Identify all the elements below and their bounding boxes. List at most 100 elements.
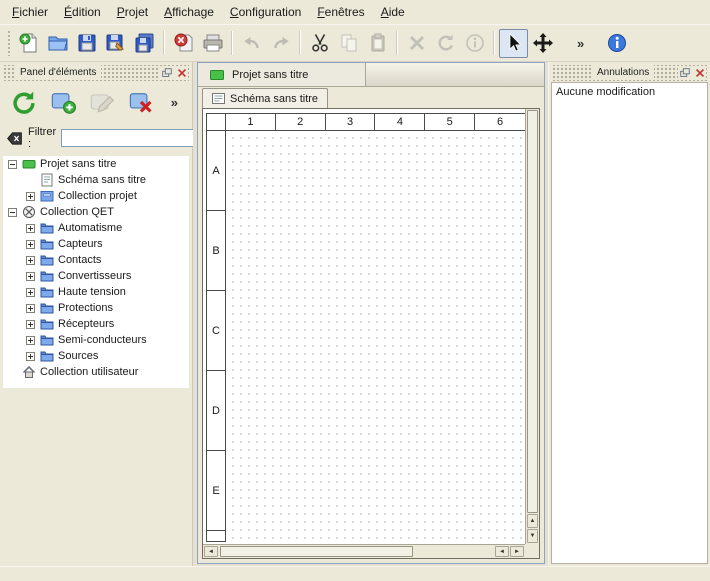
expand-expander-icon[interactable] <box>26 240 35 249</box>
diagram-canvas-viewport[interactable]: 1 2 3 4 5 6 A B C D E <box>203 109 525 544</box>
menu-fichier[interactable]: Fichier <box>4 1 56 23</box>
about-info-button[interactable] <box>602 29 631 58</box>
float-dock-button[interactable] <box>678 66 691 79</box>
collapse-expander-icon[interactable] <box>8 208 17 217</box>
menu-affichage[interactable]: Affichage <box>156 1 222 23</box>
project-icon <box>22 157 36 171</box>
elements-toolbar-overflow-button[interactable]: » <box>165 93 184 112</box>
tree-item-protections[interactable]: Protections <box>3 300 189 316</box>
toolbar-separator <box>493 31 495 55</box>
new-document-button[interactable] <box>14 29 43 58</box>
toolbar-overflow-button[interactable]: » <box>571 34 590 53</box>
horizontal-scrollbar-thumb[interactable] <box>220 546 413 557</box>
open-button[interactable] <box>43 29 72 58</box>
collapse-expander-icon[interactable] <box>8 160 17 169</box>
close-document-button[interactable] <box>169 29 198 58</box>
folder-icon <box>40 301 54 315</box>
project-icon <box>210 70 224 80</box>
menu-fenetres[interactable]: Fenêtres <box>309 1 372 23</box>
expand-expander-icon[interactable] <box>26 224 35 233</box>
elements-dock-toolbar: » <box>0 81 192 119</box>
folder-icon <box>40 221 54 235</box>
folder-icon <box>40 333 54 347</box>
tree-item-collection-qet[interactable]: Collection QET <box>3 204 189 220</box>
scroll-left-button-2[interactable]: ◄ <box>495 546 509 557</box>
scroll-down-button[interactable]: ▼ <box>527 529 538 543</box>
expand-expander-icon[interactable] <box>26 288 35 297</box>
copy-button[interactable] <box>334 29 363 58</box>
tree-item-schema-sans-titre[interactable]: Schéma sans titre <box>3 172 189 188</box>
expand-expander-icon[interactable] <box>26 352 35 361</box>
tree-item-label: Contacts <box>58 254 101 266</box>
menu-edition[interactable]: Édition <box>56 1 109 23</box>
vertical-scrollbar-thumb[interactable] <box>527 110 538 513</box>
tree-item-automatisme[interactable]: Automatisme <box>3 220 189 236</box>
select-arrow-icon <box>503 32 525 54</box>
print-button[interactable] <box>198 29 227 58</box>
clear-filter-button[interactable] <box>6 131 23 146</box>
tree-item-recepteurs[interactable]: Récepteurs <box>3 316 189 332</box>
undo-dock-titlebar[interactable]: Annulations <box>552 65 707 81</box>
tree-item-convertisseurs[interactable]: Convertisseurs <box>3 268 189 284</box>
home-icon <box>22 365 36 379</box>
edit-element-button[interactable] <box>86 87 118 117</box>
elements-tree: Projet sans titre Schéma sans titre Coll… <box>3 156 189 388</box>
expand-expander-icon[interactable] <box>26 336 35 345</box>
tree-item-collection-projet[interactable]: Collection projet <box>3 188 189 204</box>
toolbar-handle[interactable] <box>7 30 11 56</box>
elements-dock-title: Panel d'éléments <box>15 65 101 80</box>
expand-expander-icon[interactable] <box>26 320 35 329</box>
expand-expander-icon[interactable] <box>26 272 35 281</box>
tree-item-label: Collection projet <box>58 190 137 202</box>
paste-button[interactable] <box>363 29 392 58</box>
float-dock-button[interactable] <box>160 66 173 79</box>
save-all-icon <box>134 32 156 54</box>
move-tool-button[interactable] <box>528 29 557 58</box>
delete-icon <box>406 32 428 54</box>
undo-button[interactable] <box>237 29 266 58</box>
delete-element-button[interactable] <box>125 87 157 117</box>
tree-item-haute-tension[interactable]: Haute tension <box>3 284 189 300</box>
tree-item-contacts[interactable]: Contacts <box>3 252 189 268</box>
tree-item-collection-utilisateur[interactable]: Collection utilisateur <box>3 364 189 380</box>
copy-icon <box>338 32 360 54</box>
rotate-button[interactable] <box>431 29 460 58</box>
vertical-scrollbar[interactable]: ▲ ▼ <box>525 109 539 544</box>
tree-item-capteurs[interactable]: Capteurs <box>3 236 189 252</box>
scroll-left-button[interactable]: ◄ <box>204 546 218 557</box>
expand-expander-icon[interactable] <box>26 304 35 313</box>
select-tool-button[interactable] <box>499 29 528 58</box>
tree-item-sources[interactable]: Sources <box>3 348 189 364</box>
tree-item-projet-sans-titre[interactable]: Projet sans titre <box>3 156 189 172</box>
delete-button[interactable] <box>402 29 431 58</box>
menu-projet[interactable]: Projet <box>109 1 156 23</box>
save-button[interactable] <box>72 29 101 58</box>
new-element-button[interactable] <box>47 87 79 117</box>
save-all-button[interactable] <box>130 29 159 58</box>
tab-schema-sans-titre[interactable]: Schéma sans titre <box>202 88 328 108</box>
tab-projet-sans-titre[interactable]: Projet sans titre <box>198 63 366 86</box>
expand-expander-icon[interactable] <box>26 256 35 265</box>
menu-configuration[interactable]: Configuration <box>222 1 309 23</box>
cut-button[interactable] <box>305 29 334 58</box>
elements-dock-titlebar[interactable]: Panel d'éléments <box>3 65 189 81</box>
info-button[interactable] <box>460 29 489 58</box>
reload-collections-button[interactable] <box>8 87 40 117</box>
tree-item-label: Sources <box>58 350 98 362</box>
redo-button[interactable] <box>266 29 295 58</box>
close-dock-button[interactable] <box>693 66 706 79</box>
undo-history-list[interactable]: Aucune modification <box>551 82 708 564</box>
filter-input[interactable] <box>61 129 209 147</box>
dotted-grid-canvas[interactable] <box>226 131 525 542</box>
reload-icon <box>11 89 37 115</box>
horizontal-scrollbar[interactable]: ◄ ◄ ► <box>203 544 525 558</box>
close-dock-button[interactable] <box>175 66 188 79</box>
expand-expander-icon[interactable] <box>26 192 35 201</box>
scroll-up-button[interactable]: ▲ <box>527 514 538 528</box>
open-folder-icon <box>47 32 69 54</box>
menu-aide[interactable]: Aide <box>373 1 413 23</box>
scroll-right-button[interactable]: ► <box>510 546 524 557</box>
tree-item-semi-conducteurs[interactable]: Semi-conducteurs <box>3 332 189 348</box>
save-as-button[interactable] <box>101 29 130 58</box>
undo-dock-title: Annulations <box>592 65 654 80</box>
